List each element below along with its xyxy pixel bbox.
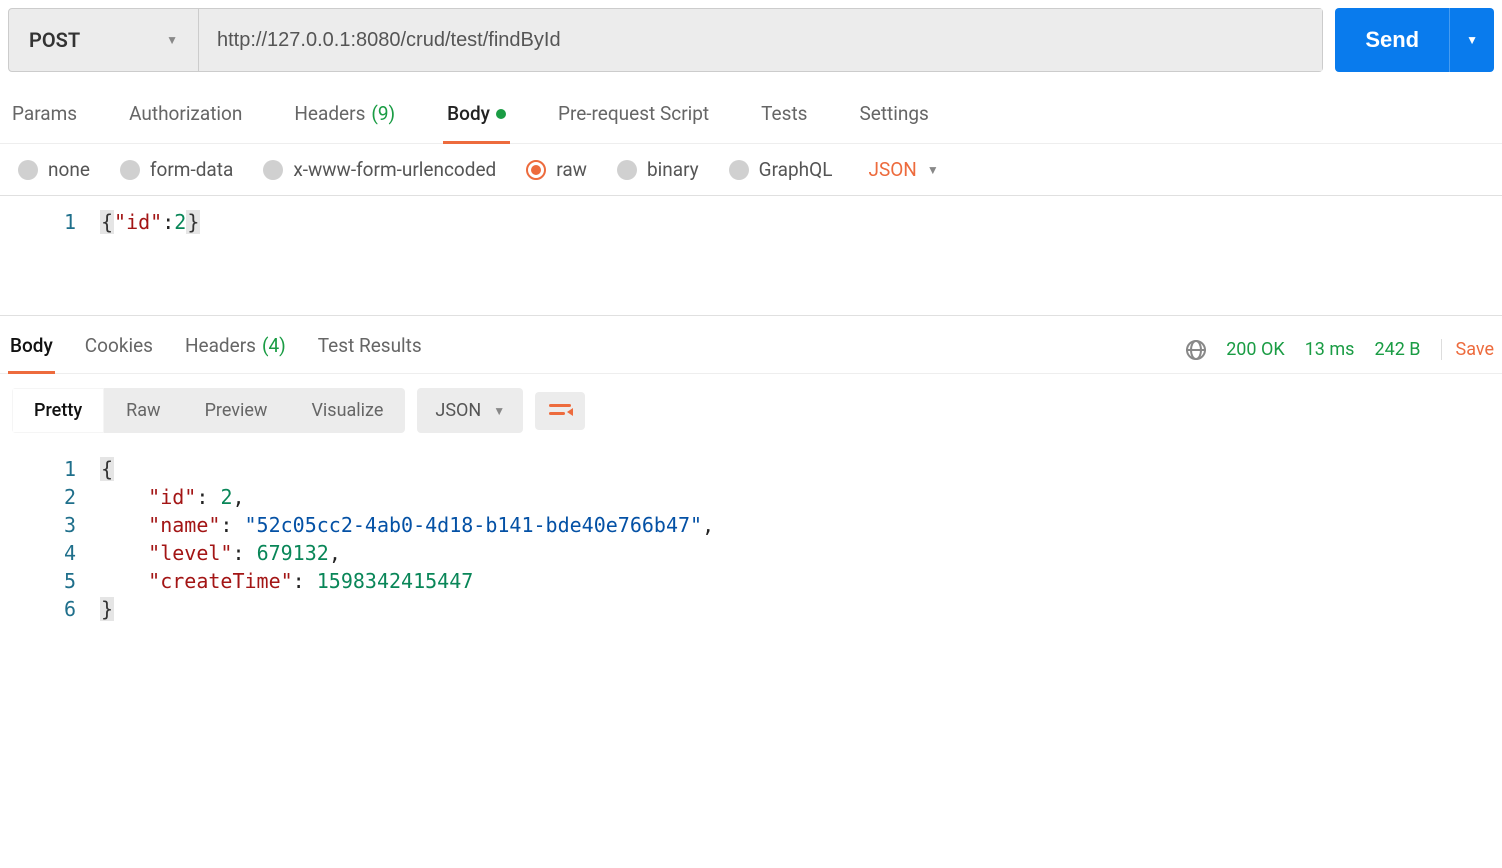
json-key: "name"	[148, 513, 220, 537]
request-tabs: Params Authorization Headers (9) Body Pr…	[0, 80, 1502, 144]
request-body-editor[interactable]: 1 {"id":2}	[0, 196, 1502, 316]
http-method-label: POST	[29, 28, 80, 52]
json-key: "id"	[148, 485, 196, 509]
line-number: 3	[0, 511, 76, 539]
body-type-urlencoded[interactable]: x-www-form-urlencoded	[263, 158, 496, 181]
url-input[interactable]	[199, 9, 1322, 71]
headers-count: (9)	[371, 102, 395, 125]
radio-icon	[18, 160, 38, 180]
view-mode-group: Pretty Raw Preview Visualize	[12, 388, 405, 433]
body-indicator-dot	[496, 109, 506, 119]
line-number: 2	[0, 483, 76, 511]
view-preview[interactable]: Preview	[183, 388, 290, 433]
body-type-none[interactable]: none	[18, 158, 90, 181]
tab-label: Test Results	[318, 334, 422, 357]
json-string: "52c05cc2-4ab0-4d18-b141-bde40e766b47"	[245, 513, 703, 537]
radio-label: form-data	[150, 158, 233, 181]
response-status-area: 200 OK 13 ms 242 B Save	[1186, 339, 1494, 360]
radio-label: binary	[647, 158, 699, 181]
globe-icon[interactable]	[1186, 340, 1206, 360]
resp-tab-test-results[interactable]: Test Results	[316, 326, 424, 373]
code-area[interactable]: {"id":2}	[88, 204, 1502, 315]
resp-tab-headers[interactable]: Headers (4)	[183, 326, 288, 373]
json-key: "id"	[114, 210, 162, 234]
tab-headers[interactable]: Headers (9)	[290, 92, 399, 143]
radio-label: x-www-form-urlencoded	[293, 158, 496, 181]
response-body-editor[interactable]: 1 2 3 4 5 6 { "id": 2, "name": "52c05cc2…	[0, 447, 1502, 623]
code-area[interactable]: { "id": 2, "name": "52c05cc2-4ab0-4d18-b…	[88, 451, 1502, 623]
chevron-down-icon: ▼	[493, 404, 505, 418]
wrap-lines-button[interactable]	[535, 392, 585, 430]
line-number: 5	[0, 567, 76, 595]
body-type-row: none form-data x-www-form-urlencoded raw…	[0, 144, 1502, 196]
tab-label: Settings	[859, 102, 928, 125]
tab-params[interactable]: Params	[8, 92, 81, 143]
save-response-button[interactable]: Save	[1441, 339, 1495, 360]
radio-label: none	[48, 158, 90, 181]
format-label: JSON	[868, 158, 916, 181]
body-type-binary[interactable]: binary	[617, 158, 699, 181]
send-button[interactable]: Send	[1335, 8, 1449, 72]
line-number: 1	[0, 455, 76, 483]
json-number: 2	[220, 485, 232, 509]
gutter: 1	[0, 204, 88, 315]
tab-label: Authorization	[129, 102, 242, 125]
json-key: "level"	[148, 541, 232, 565]
body-type-graphql[interactable]: GraphQL	[729, 158, 833, 181]
radio-label: GraphQL	[759, 158, 833, 181]
status-size: 242 B	[1374, 339, 1420, 360]
tab-tests[interactable]: Tests	[757, 92, 811, 143]
radio-icon	[729, 160, 749, 180]
http-method-select[interactable]: POST ▼	[9, 9, 199, 71]
response-format-select[interactable]: JSON ▼	[417, 388, 523, 433]
status-code: 200 OK	[1226, 339, 1285, 360]
radio-icon	[526, 160, 546, 180]
tab-label: Tests	[761, 102, 807, 125]
tab-label: Pre-request Script	[558, 102, 709, 125]
body-type-raw[interactable]: raw	[526, 158, 587, 181]
radio-icon	[617, 160, 637, 180]
json-key: "createTime"	[148, 569, 293, 593]
gutter: 1 2 3 4 5 6	[0, 451, 88, 623]
tab-label: Params	[12, 102, 77, 125]
request-bar: POST ▼ Send ▼	[0, 0, 1502, 80]
tab-label: Cookies	[85, 334, 153, 357]
tab-settings[interactable]: Settings	[855, 92, 932, 143]
tab-body[interactable]: Body	[443, 92, 510, 143]
chevron-down-icon: ▼	[1466, 33, 1478, 47]
response-view-row: Pretty Raw Preview Visualize JSON ▼	[0, 374, 1502, 447]
view-pretty[interactable]: Pretty	[12, 388, 104, 433]
view-raw[interactable]: Raw	[104, 388, 182, 433]
status-time: 13 ms	[1305, 339, 1355, 360]
chevron-down-icon: ▼	[166, 33, 178, 47]
line-number: 1	[0, 208, 76, 236]
radio-icon	[120, 160, 140, 180]
radio-label: raw	[556, 158, 587, 181]
format-label: JSON	[435, 400, 481, 421]
response-tabs: Body Cookies Headers (4) Test Results 20…	[0, 316, 1502, 374]
tab-label: Headers	[294, 102, 365, 125]
json-number: 1598342415447	[317, 569, 474, 593]
radio-icon	[263, 160, 283, 180]
tab-label: Body	[447, 102, 490, 125]
resp-tab-body[interactable]: Body	[8, 326, 55, 373]
body-type-formdata[interactable]: form-data	[120, 158, 233, 181]
chevron-down-icon: ▼	[927, 163, 939, 177]
tab-label: Body	[10, 334, 53, 357]
resp-tab-cookies[interactable]: Cookies	[83, 326, 155, 373]
line-number: 6	[0, 595, 76, 623]
send-options-button[interactable]: ▼	[1449, 8, 1494, 72]
send-button-group: Send ▼	[1335, 8, 1494, 72]
wrap-icon	[549, 402, 571, 420]
tab-label: Headers	[185, 334, 256, 357]
view-visualize[interactable]: Visualize	[289, 388, 405, 433]
json-number: 2	[174, 210, 186, 234]
headers-count: (4)	[262, 334, 286, 357]
method-url-group: POST ▼	[8, 8, 1323, 72]
tab-authorization[interactable]: Authorization	[125, 92, 246, 143]
tab-prerequest[interactable]: Pre-request Script	[554, 92, 713, 143]
body-format-select[interactable]: JSON ▼	[868, 158, 938, 181]
line-number: 4	[0, 539, 76, 567]
json-number: 679132	[257, 541, 329, 565]
